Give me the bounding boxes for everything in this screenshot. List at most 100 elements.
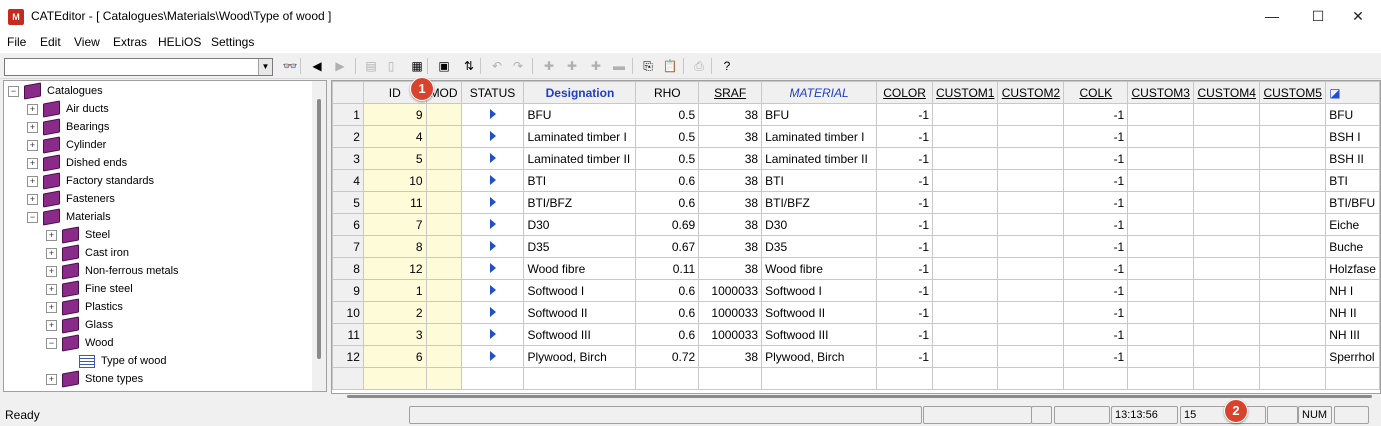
catalogue-tree[interactable]: − Catalogues + Air ducts + Bearings + Cylinder +… bbox=[3, 80, 327, 392]
grid-cell[interactable] bbox=[460, 323, 525, 346]
grid-cell[interactable]: 3 bbox=[362, 323, 427, 346]
expand-icon[interactable]: + bbox=[27, 193, 38, 205]
grid-cell[interactable] bbox=[931, 279, 999, 302]
minimize-button[interactable]: — bbox=[1249, 0, 1295, 33]
grid-cell[interactable]: 0.72 bbox=[635, 345, 700, 368]
grid-cell[interactable]: 38 bbox=[698, 257, 763, 280]
grid-cell[interactable] bbox=[460, 235, 525, 258]
grid-cell[interactable]: -1 bbox=[876, 279, 933, 302]
grid-cell[interactable]: -1 bbox=[876, 125, 933, 148]
tree-item-factory-standards[interactable]: + Factory standards bbox=[27, 172, 154, 190]
column-header-custom4[interactable]: CUSTOM4 bbox=[1193, 81, 1261, 104]
column-header-rho[interactable]: RHO bbox=[635, 81, 700, 104]
grid-cell[interactable] bbox=[931, 103, 999, 126]
grid-cell[interactable]: NH I bbox=[1325, 279, 1380, 302]
grid-cell[interactable] bbox=[1127, 301, 1195, 324]
grid-corner[interactable] bbox=[332, 81, 364, 104]
tree-item-dished-ends[interactable]: + Dished ends bbox=[27, 154, 127, 172]
grid-cell[interactable] bbox=[1127, 169, 1195, 192]
grid-cell[interactable]: 38 bbox=[698, 191, 763, 214]
grid-cell[interactable]: Softwood I bbox=[523, 279, 637, 302]
tree-item-steel[interactable]: + Steel bbox=[46, 226, 110, 244]
table-row[interactable]: 12 6 Plywood, Birch 0.72 38 Plywood, Birch -1-… bbox=[332, 345, 1380, 368]
grid-cell[interactable] bbox=[425, 257, 462, 280]
grid-hscroll-thumb[interactable] bbox=[347, 395, 1372, 398]
close-button[interactable]: ✕ bbox=[1335, 0, 1381, 33]
grid-cell[interactable]: Laminated timber II bbox=[523, 147, 637, 170]
grid-cell[interactable]: -1 bbox=[1063, 103, 1129, 126]
grid-cell[interactable]: NH II bbox=[1325, 301, 1380, 324]
grid-cell[interactable]: 6 bbox=[362, 345, 427, 368]
grid-cell[interactable]: -1 bbox=[876, 323, 933, 346]
table-row[interactable]: 4 10 BTI 0.6 38 BTI -1 -1 BTI bbox=[332, 169, 1380, 192]
grid-cell[interactable] bbox=[425, 279, 462, 302]
grid-cell[interactable] bbox=[425, 103, 462, 126]
expand-icon[interactable]: + bbox=[46, 373, 57, 385]
grid-cell[interactable]: -1 bbox=[1063, 125, 1129, 148]
grid-cell[interactable] bbox=[425, 235, 462, 258]
grid-cell[interactable]: -1 bbox=[1063, 279, 1129, 302]
column-header-sraf[interactable]: SRAF bbox=[698, 81, 763, 104]
tree-item-type-of-wood[interactable]: Type of wood bbox=[65, 352, 166, 370]
column-header-designation[interactable]: Designation bbox=[523, 81, 637, 104]
grid-cell[interactable] bbox=[425, 323, 462, 346]
expand-icon[interactable]: + bbox=[46, 265, 57, 277]
grid-cell[interactable] bbox=[1127, 147, 1195, 170]
table-row[interactable]: 9 1 Softwood I 0.6 1000033 Softwood I -1 -1 NH I bbox=[332, 279, 1380, 302]
grid-cell[interactable] bbox=[1193, 235, 1261, 258]
grid-cell[interactable]: 5 bbox=[362, 147, 427, 170]
grid-cell[interactable] bbox=[425, 169, 462, 192]
grid-cell[interactable]: -1 bbox=[876, 301, 933, 324]
tree-item-non-ferrous-metals[interactable]: + Non-ferrous metals bbox=[46, 262, 179, 280]
menu-edit[interactable]: Edit bbox=[40, 35, 61, 49]
grid-cell[interactable]: Holzfase bbox=[1325, 257, 1380, 280]
grid-cell[interactable]: Sperrhol bbox=[1325, 345, 1380, 368]
grid-cell[interactable] bbox=[1193, 125, 1261, 148]
grid-cell[interactable]: 0.6 bbox=[635, 279, 700, 302]
grid-cell[interactable] bbox=[1127, 323, 1195, 346]
grid-cell[interactable]: NH III bbox=[1325, 323, 1380, 346]
grid-cell[interactable] bbox=[425, 191, 462, 214]
table-edit-icon[interactable]: ▦ bbox=[408, 57, 426, 75]
grid-cell[interactable] bbox=[1193, 169, 1261, 192]
grid-cell[interactable]: -1 bbox=[1063, 301, 1129, 324]
grid-cell[interactable] bbox=[1259, 257, 1327, 280]
grid-cell[interactable]: -1 bbox=[876, 213, 933, 236]
grid-cell[interactable]: BTI/BFZ bbox=[761, 191, 878, 214]
grid-cell[interactable] bbox=[1259, 169, 1327, 192]
grid-cell[interactable] bbox=[460, 191, 525, 214]
grid-cell[interactable] bbox=[425, 147, 462, 170]
grid-cell[interactable]: 1000033 bbox=[698, 301, 763, 324]
grid-cell[interactable]: Plywood, Birch bbox=[523, 345, 637, 368]
grid-cell[interactable]: -1 bbox=[1063, 235, 1129, 258]
expand-icon[interactable]: + bbox=[46, 229, 57, 241]
grid-cell[interactable]: -1 bbox=[1063, 169, 1129, 192]
grid-cell[interactable] bbox=[460, 301, 525, 324]
grid-cell[interactable]: Laminated timber I bbox=[523, 125, 637, 148]
table-row[interactable]: 7 8 D35 0.67 38 D35 -1 -1 Buche bbox=[332, 235, 1380, 258]
tree-item-air-ducts[interactable]: + Air ducts bbox=[27, 100, 109, 118]
menu-settings[interactable]: Settings bbox=[211, 35, 254, 49]
grid-cell[interactable]: Eiche bbox=[1325, 213, 1380, 236]
tree-item-catalogues[interactable]: − Catalogues bbox=[8, 82, 103, 100]
grid-cell[interactable]: -1 bbox=[876, 235, 933, 258]
grid-cell[interactable]: 38 bbox=[698, 213, 763, 236]
grid-cell[interactable]: BFU bbox=[761, 103, 878, 126]
grid-cell[interactable]: -1 bbox=[876, 147, 933, 170]
grid-cell[interactable]: Softwood II bbox=[761, 301, 878, 324]
grid-cell[interactable]: -1 bbox=[1063, 191, 1129, 214]
grid-cell[interactable] bbox=[997, 103, 1065, 126]
tree-item-fine-steel[interactable]: + Fine steel bbox=[46, 280, 133, 298]
grid-cell[interactable] bbox=[931, 147, 999, 170]
expand-icon[interactable]: + bbox=[46, 283, 57, 295]
grid-cell[interactable]: -1 bbox=[876, 191, 933, 214]
expand-icon[interactable]: + bbox=[27, 139, 38, 151]
expand-icon[interactable]: + bbox=[46, 301, 57, 313]
tree-item-fasteners[interactable]: + Fasteners bbox=[27, 190, 115, 208]
back-icon[interactable]: ◀ bbox=[308, 57, 326, 75]
grid-cell[interactable] bbox=[425, 345, 462, 368]
menu-view[interactable]: View bbox=[74, 35, 100, 49]
grid-cell[interactable] bbox=[425, 213, 462, 236]
grid-cell[interactable]: 0.5 bbox=[635, 103, 700, 126]
table-row[interactable]: 11 3 Softwood III 0.6 1000033 Softwood III -1-… bbox=[332, 323, 1380, 346]
